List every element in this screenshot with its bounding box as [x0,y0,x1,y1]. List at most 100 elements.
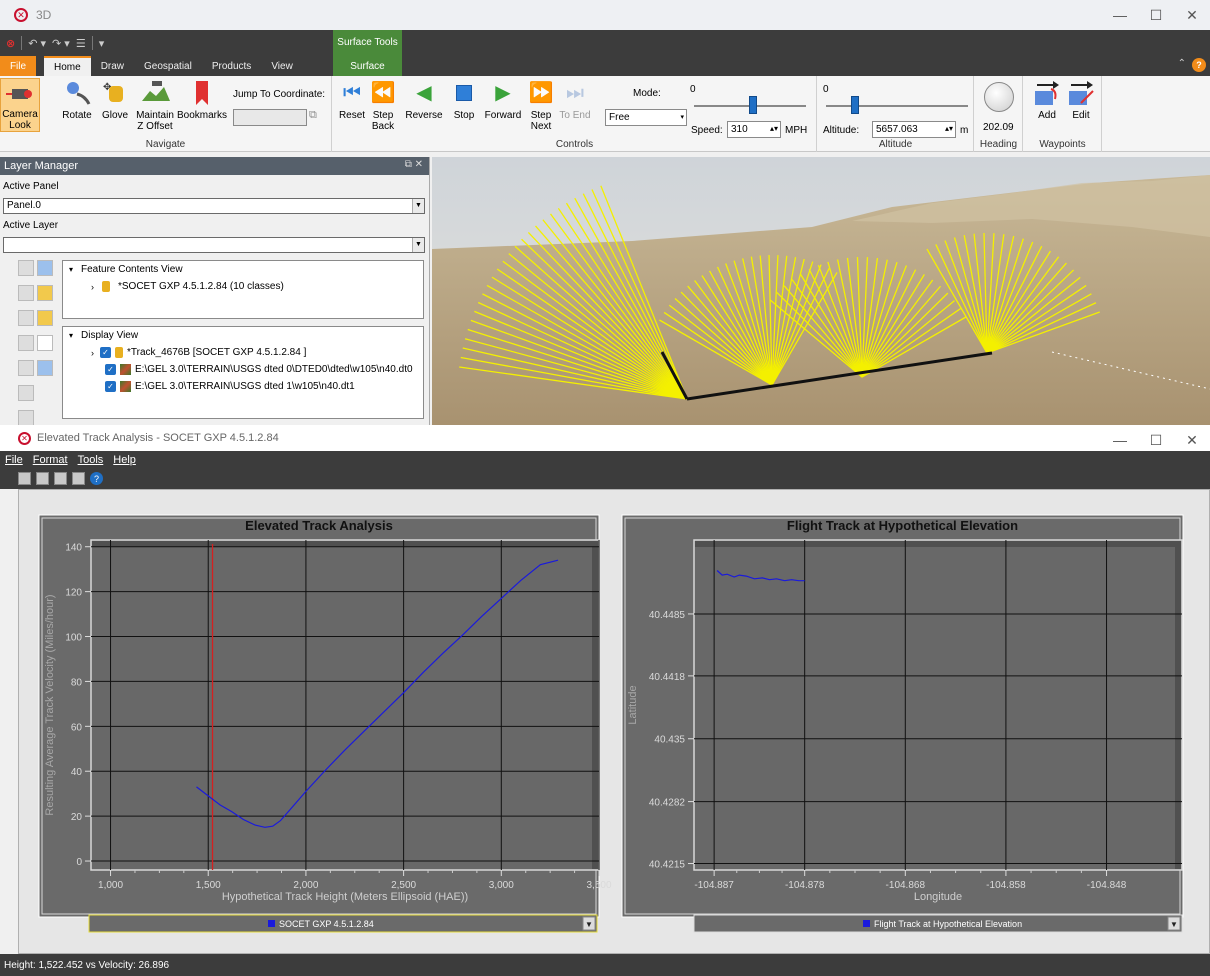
to-end-button[interactable]: ⏭ To End [559,78,591,121]
active-layer-dropdown[interactable]: ▼ [3,237,425,253]
tree-item[interactable]: ✓ E:\GEL 3.0\TERRAIN\USGS dted 0\DTED0\d… [63,361,423,378]
active-layer-label: Active Layer [3,219,59,231]
app-titlebar: ✕ 3D — ☐ ✕ [0,0,1210,30]
heading-dial[interactable] [984,82,1014,112]
layers-icon[interactable]: ☰ [76,37,86,50]
app-menu-icon[interactable]: ⊗ [6,37,15,50]
app-logo-icon: ✕ [14,8,28,22]
help-icon[interactable]: ? [1192,58,1206,72]
save-icon[interactable] [54,472,67,485]
jump-to-coordinate-input[interactable] [233,109,307,126]
mode-select[interactable]: Free ▾ [605,109,687,126]
layer-tool-icon[interactable] [37,335,53,351]
close-button[interactable]: ✕ [1174,0,1210,30]
x-tick-label: 3,500 [586,880,611,891]
reset-button[interactable]: ⏮ Reset [337,78,367,121]
glove-button[interactable]: ✥ Glove [100,78,130,121]
bookmarks-button[interactable]: Bookmarks [177,78,227,121]
stop-button[interactable]: Stop [450,78,478,121]
tab-file[interactable]: File [0,56,36,76]
edit-waypoint-button[interactable]: Edit [1066,78,1096,121]
undo-icon[interactable]: ↶ ▾ [28,37,46,50]
app-title: 3D [36,8,52,22]
charts-container: Elevated Track Analysis 1,000 1,500 2,000 2,… [18,489,1210,954]
print-icon[interactable] [36,472,49,485]
menu-format[interactable]: Format [28,454,73,466]
copy-icon[interactable] [18,472,31,485]
altitude-slider-thumb[interactable] [851,96,859,114]
plot-area[interactable] [693,539,1183,871]
tree-item[interactable]: › ✓ *Track_4676B [SOCET GXP 4.5.1.2.84 ] [63,344,423,361]
chevron-down-icon: ▼ [412,238,424,252]
chevron-down-icon[interactable]: ▾ [69,265,73,274]
speed-slider-thumb[interactable] [749,96,757,114]
tab-draw[interactable]: Draw [91,56,134,76]
3d-scene[interactable] [432,157,1210,425]
forward-button[interactable]: ▶ Forward [483,78,523,121]
layer-tool-icon[interactable] [18,385,34,401]
analysis-window-titlebar: ✕ Elevated Track Analysis - SOCET GXP 4.… [0,425,1210,451]
layer-tool-icon[interactable] [18,335,34,351]
tab-surface[interactable]: Surface [333,56,402,76]
reverse-button[interactable]: ◀ Reverse [403,78,445,121]
collapse-ribbon-icon[interactable]: ⌃ [1178,58,1186,72]
layer-tool-icon[interactable] [18,360,34,376]
print-preview-icon[interactable] [72,472,85,485]
tree-item[interactable]: › *SOCET GXP 4.5.1.2.84 (10 classes) [63,278,423,295]
navigate-group: Camera Look Rotate ✥ Glove Maintain Z Of… [0,76,332,152]
layer-tool-icon[interactable] [37,285,53,301]
spinner-icon[interactable]: ▴▾ [945,125,953,133]
redo-icon[interactable]: ↷ ▾ [52,37,70,50]
speed-input[interactable]: 310 ▴▾ [727,121,781,138]
layer-tool-icon[interactable] [18,410,34,426]
layer-manager-panel: Layer Manager ⧉ ✕ Active Panel Panel.0 ▼… [0,157,430,451]
active-panel-dropdown[interactable]: Panel.0 ▼ [3,198,425,214]
analysis-window-title: Elevated Track Analysis - SOCET GXP 4.5.… [37,432,279,444]
chevron-right-icon[interactable]: › [91,348,94,358]
plot-area-shadow [695,541,1181,547]
layer-tool-icon[interactable] [18,260,34,276]
feature-contents-header[interactable]: ▾ Feature Contents View [63,261,423,278]
tab-home[interactable]: Home [44,56,91,76]
maximize-button[interactable]: ☐ [1138,0,1174,30]
tab-products[interactable]: Products [202,56,261,76]
tab-view[interactable]: View [261,56,303,76]
altitude-input[interactable]: 5657.063 ▴▾ [872,121,956,138]
go-to-coordinate-icon[interactable]: ⧉ [309,109,317,122]
tree-item[interactable]: ✓ E:\GEL 3.0\TERRAIN\USGS dted 1\w105\n4… [63,378,423,395]
plot-area[interactable] [90,539,600,871]
step-next-label: Step Next [530,110,552,132]
help-icon[interactable]: ? [90,472,103,485]
customize-qat-icon[interactable]: ▾ [99,37,105,50]
3d-view[interactable] [432,157,1210,425]
step-next-button[interactable]: ⏩ Step Next [527,78,555,132]
altitude-slider-track[interactable] [826,105,968,107]
spinner-icon[interactable]: ▴▾ [770,125,778,133]
checkbox-checked-icon[interactable]: ✓ [105,381,116,392]
checkbox-checked-icon[interactable]: ✓ [100,347,111,358]
terrain-layer-icon [120,364,131,375]
layer-tool-icon[interactable] [37,360,53,376]
layer-tool-icon[interactable] [37,310,53,326]
step-back-button[interactable]: ⏪ Step Back [369,78,397,132]
charts-svg[interactable]: Elevated Track Analysis 1,000 1,500 2,000 2,… [19,490,1209,953]
maintain-z-offset-button[interactable]: Maintain Z Offset [134,78,176,132]
menu-file[interactable]: File [0,454,28,466]
ribbon-home: Camera Look Rotate ✥ Glove Maintain Z Of… [0,76,1210,152]
display-view-header[interactable]: ▾ Display View [63,327,423,344]
chevron-down-icon[interactable]: ▾ [69,331,73,340]
layer-tool-icon[interactable] [18,310,34,326]
menu-help[interactable]: Help [108,454,141,466]
menu-tools[interactable]: Tools [73,454,109,466]
glove-icon: ✥ [100,78,130,108]
camera-look-button[interactable]: Camera Look [0,78,40,132]
layer-tool-icon[interactable] [37,260,53,276]
minimize-button[interactable]: — [1102,0,1138,30]
chevron-right-icon[interactable]: › [91,282,94,292]
layer-tool-icon[interactable] [18,285,34,301]
add-waypoint-button[interactable]: Add [1032,78,1062,121]
rotate-button[interactable]: Rotate [62,78,92,121]
checkbox-checked-icon[interactable]: ✓ [105,364,116,375]
panel-float-close-icon[interactable]: ⧉ ✕ [405,159,423,170]
tab-geospatial[interactable]: Geospatial [134,56,202,76]
